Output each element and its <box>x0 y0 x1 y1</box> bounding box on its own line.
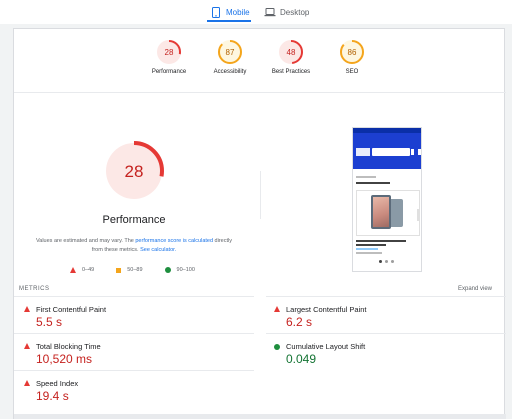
fail-triangle-icon <box>274 306 280 312</box>
performance-main-score: 28 <box>125 162 144 181</box>
gauge-seo-label: SEO <box>345 69 359 75</box>
score-legend: 0–49 50–89 90–100 <box>70 265 220 275</box>
gauge-seo[interactable]: 86 SEO <box>320 39 384 75</box>
performance-main-gauge: 28 <box>102 139 166 203</box>
metric-name: Total Blocking Time <box>36 342 101 351</box>
score-note-text: Values are estimated and may vary. The <box>36 238 136 244</box>
metrics-divider-right <box>266 333 506 334</box>
gauge-best-practices-label: Best Practices <box>271 69 311 75</box>
gauge-seo-score: 86 <box>348 48 357 57</box>
performance-main-ring: 28 <box>104 141 164 201</box>
device-tabs: Mobile Desktop <box>0 0 512 24</box>
gauge-accessibility-ring: 87 <box>218 40 242 64</box>
tab-desktop-label: Desktop <box>280 7 310 17</box>
green-circle-icon <box>164 267 171 273</box>
gauge-performance-score: 28 <box>165 48 174 57</box>
legend-fail: 0–49 <box>70 267 94 273</box>
gauge-performance-ring: 28 <box>157 40 181 64</box>
gauge-best-practices[interactable]: 48 Best Practices <box>259 39 323 75</box>
legend-pass-label: 90–100 <box>176 267 195 273</box>
fail-triangle-icon <box>24 380 30 386</box>
metric-name: Cumulative Layout Shift <box>286 342 366 351</box>
metric-value: 6.2 s <box>286 315 313 329</box>
fail-triangle-icon <box>24 306 30 312</box>
metrics-divider-left <box>14 333 254 334</box>
pass-circle-icon <box>274 344 280 350</box>
gauge-accessibility-label: Accessibility <box>213 69 247 75</box>
metric-value: 5.5 s <box>36 315 63 329</box>
see-calculator-link[interactable]: See calculator. <box>140 247 176 253</box>
legend-average-label: 50–89 <box>127 267 143 273</box>
vertical-divider <box>260 171 261 219</box>
metrics-divider-left <box>14 296 254 297</box>
laptop-icon <box>264 6 276 18</box>
smartphone-icon <box>210 6 222 18</box>
tab-mobile-label: Mobile <box>226 7 250 17</box>
red-triangle-icon <box>70 267 76 273</box>
metric-name: Largest Contentful Paint <box>286 305 367 314</box>
gauge-accessibility[interactable]: 87 Accessibility <box>198 39 262 75</box>
expand-view-button[interactable]: Expand view <box>458 286 492 292</box>
legend-pass: 90–100 <box>164 267 195 273</box>
metrics-header: METRICS <box>19 286 50 292</box>
legend-average: 50–89 <box>116 267 143 273</box>
page-screenshot-thumbnail <box>352 127 422 272</box>
active-tab-indicator <box>207 20 251 22</box>
pagespeed-report: Mobile Desktop 28 Performance 87 Accessi… <box>0 0 512 419</box>
gauge-best-practices-score: 48 <box>287 48 296 57</box>
category-gauges: 28 Performance 87 Accessibility 48 Best <box>14 29 506 93</box>
orange-square-icon <box>116 267 122 273</box>
metrics-divider-left <box>14 370 254 371</box>
fail-triangle-icon <box>24 343 30 349</box>
metric-name: Speed Index <box>36 379 79 388</box>
legend-fail-label: 0–49 <box>82 267 95 273</box>
gauge-seo-ring: 86 <box>340 40 364 64</box>
metric-value: 0.049 <box>286 352 317 366</box>
gauge-performance-label: Performance <box>151 69 187 75</box>
tab-mobile[interactable]: Mobile <box>210 4 250 20</box>
metric-value: 19.4 s <box>36 389 69 403</box>
performance-title: Performance <box>102 214 166 226</box>
report-card: 28 Performance 87 Accessibility 48 Best <box>13 28 506 419</box>
tab-desktop[interactable]: Desktop <box>264 4 309 20</box>
metric-name: First Contentful Paint <box>36 305 107 314</box>
gauge-accessibility-score: 87 <box>226 48 235 57</box>
score-note: Values are estimated and may vary. The p… <box>34 237 234 255</box>
gauge-best-practices-ring: 48 <box>279 40 303 64</box>
bottom-strip <box>14 414 506 419</box>
score-calculated-link[interactable]: performance score is calculated <box>135 238 213 244</box>
metrics-divider-right <box>266 296 506 297</box>
metric-value: 10,520 ms <box>36 352 93 366</box>
gauge-performance[interactable]: 28 Performance <box>137 39 201 75</box>
